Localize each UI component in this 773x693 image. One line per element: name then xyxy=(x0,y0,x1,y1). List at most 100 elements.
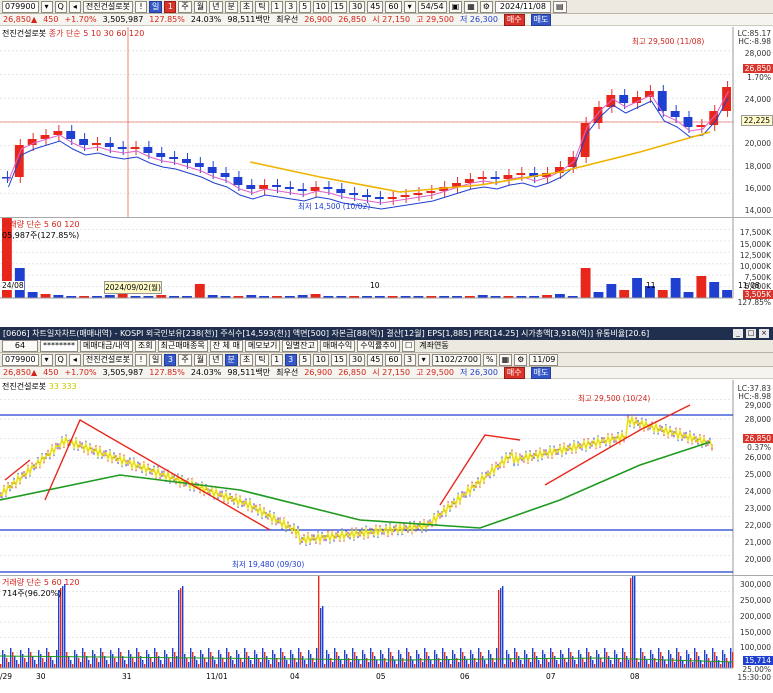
top-candle xyxy=(272,185,281,187)
stock-name-field[interactable]: 전진건설로봇 xyxy=(82,0,134,13)
top-candle xyxy=(79,139,89,145)
mode-value[interactable]: 1 xyxy=(164,0,177,13)
period-month-2[interactable]: 월 xyxy=(193,353,208,366)
date-input[interactable]: 2024/11/08 xyxy=(494,0,551,13)
calendar-icon[interactable]: ▤ xyxy=(552,0,567,13)
balance-button[interactable]: 잔 체 매 xyxy=(209,340,243,352)
password-field[interactable]: ******** xyxy=(40,340,78,352)
trade-history-button[interactable]: 메매대금/내역 xyxy=(80,340,133,352)
profit-trend-button[interactable]: 수익률추이 xyxy=(357,340,401,352)
dropdown-icon-2[interactable]: ▾ xyxy=(40,353,53,366)
stock-code-input-2[interactable]: 079900 xyxy=(2,353,39,366)
alert-icon[interactable]: ! xyxy=(135,0,148,13)
daily-mode-button[interactable]: 일 xyxy=(149,0,163,13)
period-month[interactable]: 월 xyxy=(193,0,208,13)
sell-button-2[interactable]: 매도 xyxy=(530,366,552,379)
interval-60[interactable]: 60 xyxy=(385,0,402,13)
top-volume-chart[interactable]: 거래량 단순 5 60 120 05,987주(127.85%) 17,500K… xyxy=(0,217,773,327)
account-select[interactable]: 64 xyxy=(2,340,38,352)
bottom-volume-bar xyxy=(130,654,132,668)
interval-30-2[interactable]: 30 xyxy=(349,353,366,366)
period-second[interactable]: 초 xyxy=(239,0,254,13)
prev-stock-icon-2[interactable]: ◂ xyxy=(68,353,81,366)
bottom-volume-bar xyxy=(18,664,20,668)
interval-15[interactable]: 15 xyxy=(330,0,348,13)
stock-name-field-2[interactable]: 전진건설로봇 xyxy=(82,353,134,366)
bottom-volume-bar xyxy=(516,652,518,668)
volume: 3,505,987 xyxy=(102,15,144,24)
maximize-icon[interactable]: □ xyxy=(746,329,756,338)
buy-button-2[interactable]: 매수 xyxy=(503,366,525,379)
top-price-chart[interactable]: 전진건설로봇 종가 단순 5 10 30 60 120 최고 29,500 (1… xyxy=(0,27,773,217)
bottom-volume-bar xyxy=(82,648,84,668)
recent-stocks-button[interactable]: 최근매매종목 xyxy=(157,340,208,352)
percent-icon[interactable]: % xyxy=(483,353,497,366)
period-tick-2[interactable]: 틱 xyxy=(255,353,269,366)
interval-5[interactable]: 5 xyxy=(298,0,311,13)
query-button[interactable]: 조회 xyxy=(134,340,156,352)
interval-45[interactable]: 45 xyxy=(367,0,384,13)
dropdown-icon[interactable]: ▾ xyxy=(40,0,53,13)
top-legend-name: 전진건설로봇 xyxy=(2,29,47,38)
period-minute[interactable]: 분 xyxy=(224,0,238,13)
bottom-volume-bar xyxy=(696,652,698,668)
down-arrow-icon-2[interactable]: ▾ xyxy=(417,353,430,366)
bar-count-2[interactable]: 1102/2700 xyxy=(431,353,481,366)
bottom-volume-bar xyxy=(134,662,136,668)
period-tick[interactable]: 틱 xyxy=(255,0,269,13)
period-second-2[interactable]: 초 xyxy=(239,353,254,366)
interval-15-2[interactable]: 15 xyxy=(330,353,348,366)
memo-button[interactable]: 메모보기 xyxy=(244,340,281,352)
account-link-checkbox[interactable]: ☐ xyxy=(402,340,416,352)
stock-code-input[interactable]: 079900 xyxy=(2,0,39,13)
period-year-2[interactable]: 년 xyxy=(209,353,223,366)
grid-icon-2[interactable]: ▦ xyxy=(498,353,513,366)
top-candle xyxy=(104,143,114,147)
interval-30[interactable]: 30 xyxy=(349,0,366,13)
trade-profit-button[interactable]: 매매수익 xyxy=(319,340,356,352)
lock-icon[interactable]: ▣ xyxy=(448,0,463,13)
top-candle xyxy=(233,177,243,185)
bottom-volume-bar xyxy=(204,658,206,668)
interval-5-2[interactable]: 5 xyxy=(298,353,311,366)
bottom-volume-bar xyxy=(388,648,390,668)
close-icon[interactable]: × xyxy=(759,329,769,338)
daily-mode-button-2[interactable]: 일 xyxy=(149,353,163,366)
date-input-2[interactable]: 11/09 xyxy=(529,353,559,366)
interval-45-2[interactable]: 45 xyxy=(367,353,384,366)
interval-3-2[interactable]: 3 xyxy=(284,353,297,366)
alert-icon-2[interactable]: ! xyxy=(135,353,148,366)
bottom-volume-chart[interactable]: 거래량 단순 5 60 120 714주(96.20%) 300,000 250… xyxy=(0,570,773,689)
minimize-icon[interactable]: _ xyxy=(733,329,743,338)
period-year[interactable]: 년 xyxy=(209,0,223,13)
search-icon[interactable]: Q xyxy=(54,0,67,13)
bottom-volume-bar xyxy=(694,648,696,668)
search-icon-2[interactable]: Q xyxy=(54,353,67,366)
interval-1[interactable]: 1 xyxy=(270,0,283,13)
bottom-price-chart[interactable]: 전진건설로봇 33 333 최고 29,500 (10/24) 최저 19,48… xyxy=(0,380,773,575)
grid-icon[interactable]: ▦ xyxy=(464,0,478,13)
interval-1-2[interactable]: 1 xyxy=(270,353,283,366)
interval-60-2[interactable]: 60 xyxy=(385,353,402,366)
period-minute-2[interactable]: 분 xyxy=(224,353,238,366)
period-week[interactable]: 주 xyxy=(178,0,192,13)
period-week-2[interactable]: 주 xyxy=(178,353,192,366)
sell-button[interactable]: 매도 xyxy=(530,13,552,26)
trend-line xyxy=(44,419,271,531)
gear-icon-2[interactable]: ⚙ xyxy=(514,353,528,366)
mode-value-2[interactable]: 3 xyxy=(164,353,177,366)
interval-10[interactable]: 10 xyxy=(312,0,329,13)
bottom-date-6: 06 xyxy=(460,672,470,681)
count-prefix[interactable]: 3 xyxy=(403,353,416,366)
interval-3[interactable]: 3 xyxy=(284,0,297,13)
buy-button[interactable]: 매수 xyxy=(503,13,525,26)
bottom-volume-bar xyxy=(30,652,32,668)
daily-balance-button[interactable]: 일별잔고 xyxy=(282,340,318,352)
bar-count[interactable]: 54/54 xyxy=(417,0,447,13)
interval-10-2[interactable]: 10 xyxy=(312,353,329,366)
down-arrow-icon[interactable]: ▾ xyxy=(403,0,416,13)
bottom-volume-bar xyxy=(78,658,80,668)
high-price-2: 고 29,500 xyxy=(416,368,455,377)
gear-icon[interactable]: ⚙ xyxy=(479,0,493,13)
prev-stock-icon[interactable]: ◂ xyxy=(68,0,81,13)
